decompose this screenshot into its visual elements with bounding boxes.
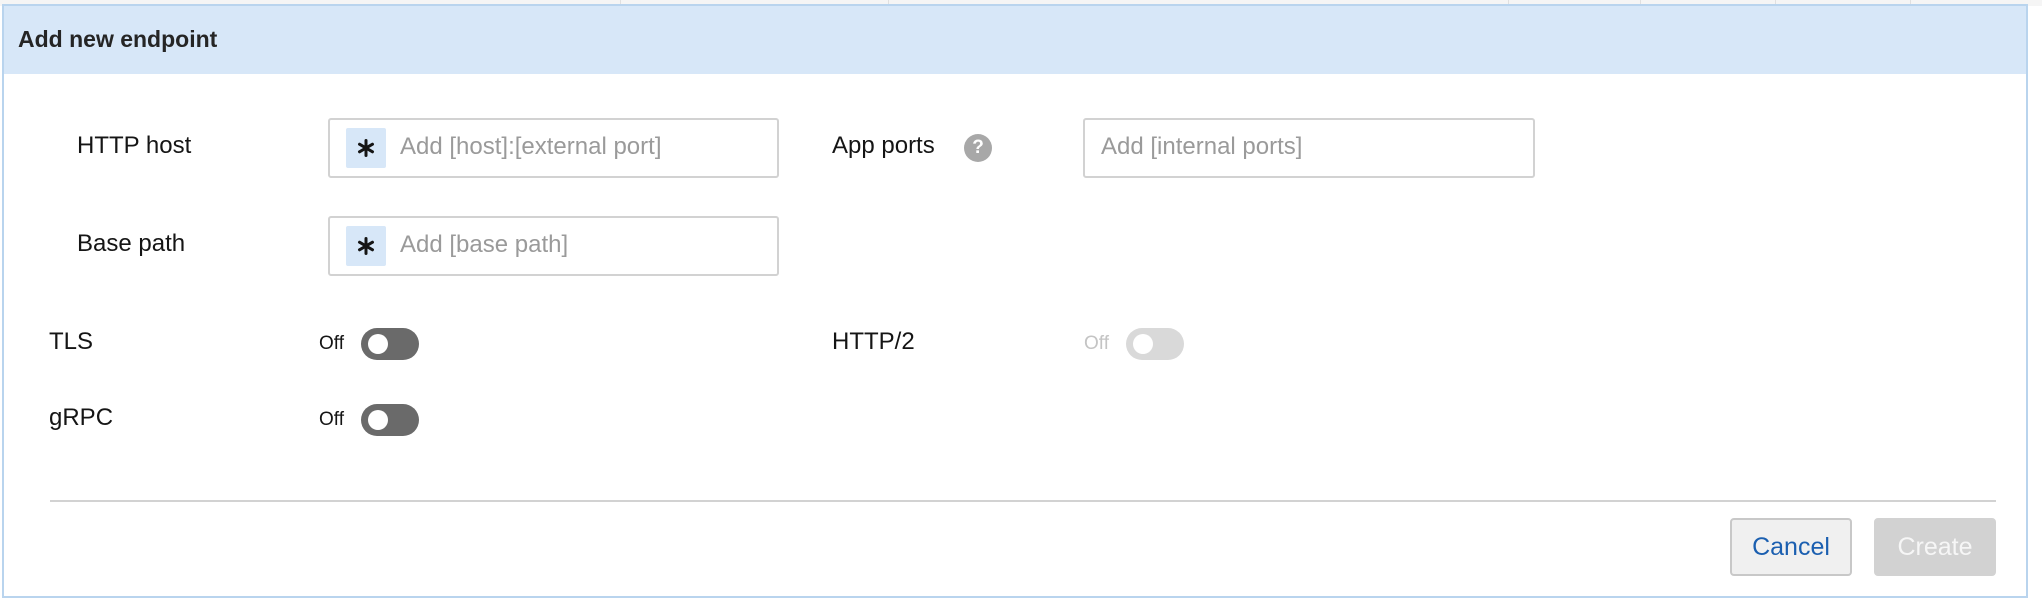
cancel-button[interactable]: Cancel (1730, 518, 1852, 576)
base-path-input[interactable]: Add [base path] (328, 216, 779, 276)
question-circle-icon[interactable]: ? (964, 134, 992, 162)
asterisk-icon (346, 226, 386, 266)
dialog-header: Add new endpoint (4, 6, 2026, 74)
footer-divider (50, 500, 1996, 502)
tls-toggle-state: Off (319, 333, 344, 354)
app-ports-label: App ports (832, 132, 935, 159)
http2-label: HTTP/2 (832, 328, 915, 355)
tls-toggle-group: Off (319, 326, 419, 362)
http2-toggle-group: Off (1084, 326, 1184, 362)
tls-label: TLS (49, 328, 94, 355)
toggle-knob (368, 334, 388, 354)
help-glyph: ? (972, 137, 984, 158)
toggle-knob (368, 410, 388, 430)
http2-toggle (1126, 328, 1184, 360)
add-endpoint-dialog: Add new endpoint HTTP host Add [host]:[e… (2, 4, 2028, 598)
grpc-label: gRPC (49, 404, 114, 431)
grpc-toggle-state: Off (319, 409, 344, 430)
dialog-title: Add new endpoint (18, 26, 218, 52)
toggle-knob (1133, 334, 1153, 354)
create-button: Create (1874, 518, 1996, 576)
http-host-label: HTTP host (77, 132, 192, 159)
base-path-label: Base path (77, 230, 186, 257)
tls-toggle[interactable] (361, 328, 419, 360)
asterisk-icon (346, 128, 386, 168)
http-host-input[interactable]: Add [host]:[external port] (328, 118, 779, 178)
http2-toggle-state: Off (1084, 333, 1109, 354)
base-path-placeholder: Add [base path] (400, 231, 569, 258)
app-ports-input[interactable]: Add [internal ports] (1083, 118, 1535, 178)
grpc-toggle[interactable] (361, 404, 419, 436)
app-ports-placeholder: Add [internal ports] (1101, 133, 1303, 160)
grpc-toggle-group: Off (319, 402, 419, 438)
http-host-placeholder: Add [host]:[external port] (400, 133, 662, 160)
